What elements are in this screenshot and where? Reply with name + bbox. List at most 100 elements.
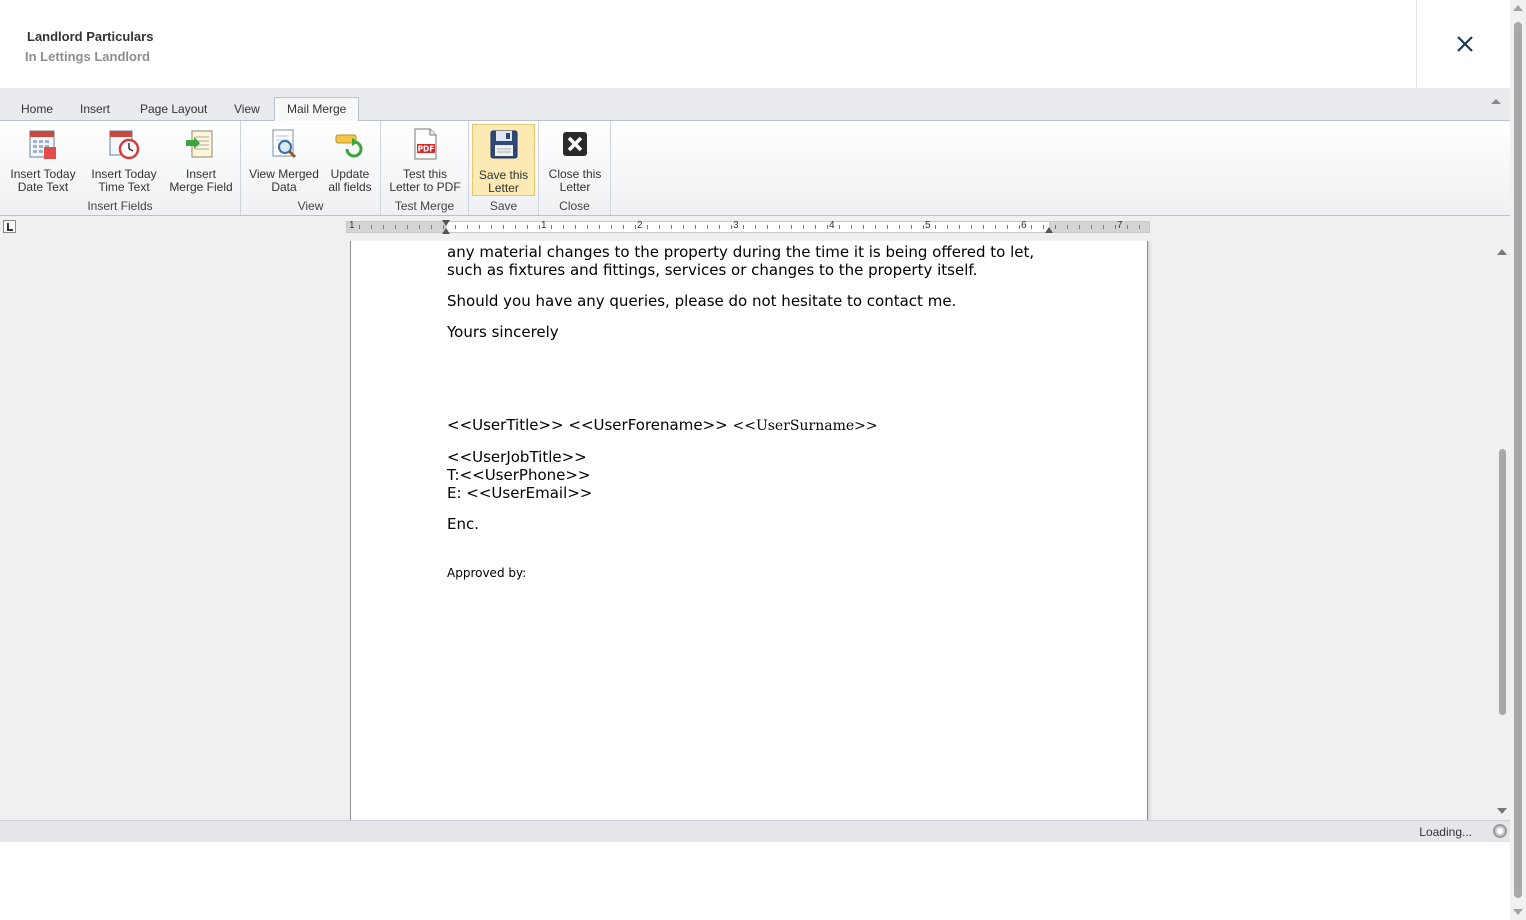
horizontal-ruler[interactable]: 1 1 2 3 4 5 6 7: [346, 220, 1150, 233]
insert-merge-field-button[interactable]: Insert Merge Field: [166, 124, 236, 196]
ruler-tick: [887, 225, 888, 229]
scroll-thumb[interactable]: [1499, 449, 1506, 715]
group-label-insert-fields: Insert Fields: [87, 199, 153, 213]
ruler-tick: [935, 225, 936, 229]
test-letter-pdf-button[interactable]: PDF Test this Letter to PDF: [385, 124, 465, 196]
scroll-thumb[interactable]: [1514, 22, 1522, 898]
scroll-up-icon[interactable]: [1513, 5, 1523, 11]
merge-field-icon: [186, 130, 213, 158]
insert-merge-field-label: Insert Merge Field: [169, 167, 233, 194]
tab-home[interactable]: Home: [21, 102, 53, 116]
group-test-merge: PDF Test this Letter to PDF Test Merge: [381, 121, 469, 215]
group-label-save: Save: [489, 199, 518, 213]
ruler-number: 4: [829, 220, 835, 231]
first-line-indent-marker[interactable]: [442, 220, 450, 226]
group-label-view: View: [297, 199, 324, 213]
insert-date-button[interactable]: Insert Today Date Text: [5, 124, 81, 196]
merge-field-job-title: <<UserJobTitle>>: [447, 448, 587, 466]
tab-stop-selector[interactable]: [3, 220, 16, 233]
ruler-tick: [479, 225, 480, 229]
calendar-icon: [29, 130, 56, 159]
ruler-tick: [959, 225, 960, 229]
ruler-tick: [431, 225, 432, 229]
ruler-tick: [827, 225, 828, 229]
close-letter-button[interactable]: Close this Letter: [542, 124, 608, 196]
ruler-tick: [719, 225, 720, 229]
ruler-tick: [671, 225, 672, 229]
group-insert-fields: Insert Today Date Text Insert Today Time…: [0, 121, 241, 215]
save-letter-label: Save this Letter: [478, 168, 529, 195]
merge-field-user-surname: <<UserSurname>>: [732, 418, 878, 434]
scroll-down-icon[interactable]: [1497, 808, 1507, 814]
insert-time-label: Insert Today Time Text: [91, 167, 157, 194]
ruler-tick: [635, 225, 636, 229]
ruler-tick: [899, 225, 900, 229]
scroll-up-icon[interactable]: [1497, 249, 1507, 255]
ruler-number: 3: [733, 220, 739, 231]
ruler-tick: [1139, 225, 1140, 229]
ruler-number: 5: [925, 220, 931, 231]
tab-page-layout[interactable]: Page Layout: [140, 102, 207, 116]
letter-closing: Yours sincerely: [447, 323, 559, 341]
group-label-close: Close: [559, 199, 590, 213]
view-merged-data-button[interactable]: View Merged Data: [246, 124, 322, 196]
ruler-tick: [551, 225, 552, 229]
ruler-tick: [503, 225, 504, 229]
ruler-tick: [707, 225, 708, 229]
pdf-icon-text: PDF: [418, 145, 435, 154]
document-scrollbar[interactable]: [1494, 241, 1510, 820]
document-page[interactable]: any material changes to the property dur…: [350, 241, 1148, 820]
merge-field-email: E: <<UserEmail>>: [447, 484, 593, 502]
ruler-tick: [383, 225, 384, 229]
tab-mail-merge[interactable]: Mail Merge: [274, 97, 360, 121]
ruler-tick: [911, 225, 912, 229]
close-button[interactable]: [1452, 30, 1478, 58]
insert-date-label: Insert Today Date Text: [10, 167, 76, 194]
insert-time-button[interactable]: Insert Today Time Text: [86, 124, 162, 196]
ruler-tick: [455, 225, 456, 229]
ruler-tick: [1043, 225, 1044, 229]
collapse-ribbon-icon[interactable]: [1491, 99, 1501, 104]
ruler-tick: [563, 225, 564, 229]
ruler-tick: [995, 225, 996, 229]
loading-spinner-icon: [1493, 824, 1507, 838]
ruler-tick: [743, 225, 744, 229]
ribbon: Insert Today Date Text Insert Today Time…: [0, 121, 1510, 216]
ruler-tick: [947, 225, 948, 229]
ruler-right-margin: [1049, 222, 1149, 232]
letter-text-line: any material changes to the property dur…: [447, 243, 1035, 261]
save-letter-button[interactable]: Save this Letter: [472, 124, 535, 196]
ruler-tick: [1031, 225, 1032, 229]
approved-by-text: Approved by:: [447, 566, 527, 580]
ruler-tick: [491, 225, 492, 229]
page-subtitle: In Lettings Landlord: [25, 49, 150, 64]
window-scrollbar[interactable]: [1510, 0, 1526, 920]
test-letter-pdf-label: Test this Letter to PDF: [389, 167, 461, 194]
ruler-tick: [1103, 225, 1104, 229]
ruler-tick: [863, 225, 864, 229]
ruler-tick: [851, 225, 852, 229]
tab-insert[interactable]: Insert: [80, 102, 110, 116]
ruler-tick: [659, 225, 660, 229]
ruler-tick: [647, 225, 648, 229]
ruler-tick: [515, 225, 516, 229]
update-all-fields-button[interactable]: Update all fields: [325, 124, 375, 196]
ruler-tick: [731, 225, 732, 229]
ruler-tick: [683, 225, 684, 229]
ruler-tick: [407, 225, 408, 229]
ruler-number: 2: [637, 220, 643, 231]
view-merged-data-label: View Merged Data: [249, 167, 319, 194]
ruler-tick: [1127, 225, 1128, 229]
ruler-bar: 1 1 2 3 4 5 6 7: [0, 216, 1510, 241]
ruler-number: 1: [541, 220, 547, 231]
update-all-fields-label: Update all fields: [328, 167, 372, 194]
scroll-down-icon[interactable]: [1513, 909, 1523, 915]
floppy-disk-icon: [490, 130, 517, 159]
ruler-tick: [1115, 225, 1116, 229]
ruler-left-margin: [347, 222, 447, 232]
ruler-tick: [983, 225, 984, 229]
hanging-indent-marker[interactable]: [442, 228, 450, 234]
tab-view[interactable]: View: [234, 102, 260, 116]
ruler-tick: [755, 225, 756, 229]
right-indent-marker[interactable]: [1045, 227, 1053, 233]
